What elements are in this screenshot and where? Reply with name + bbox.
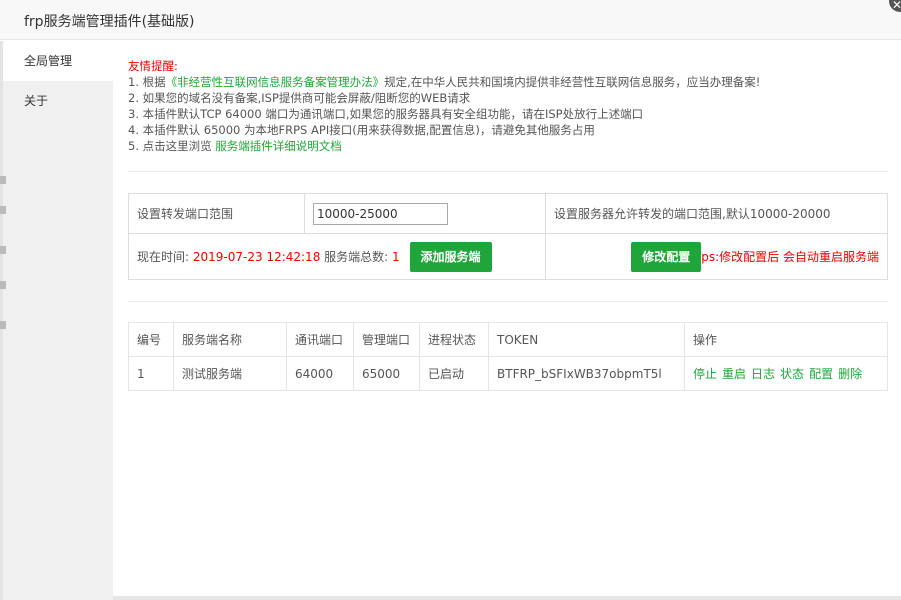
time-value: 2019-07-23 12:42:18 xyxy=(192,249,321,264)
cell-token: BTFRP_bSFIxWB37obpmT5l xyxy=(488,356,685,391)
delete-link[interactable]: 删除 xyxy=(838,367,862,381)
notice-line-4: 4. 本插件默认 65000 为本地FRPS API接口(用来获得数据,配置信息… xyxy=(128,123,595,137)
background-edge xyxy=(0,41,6,600)
add-server-button[interactable]: 添加服务端 xyxy=(409,241,492,272)
notice-line1-suffix: 规定,在中华人民共和国境内提供非经营性互联网信息服务，应当办理备案! xyxy=(384,75,761,89)
background-fragment xyxy=(0,281,6,289)
stop-link[interactable]: 停止 xyxy=(693,367,717,381)
port-range-input[interactable] xyxy=(313,202,448,225)
config-table: 设置转发端口范围 设置服务器允许转发的端口范围,默认10000-20000 现在… xyxy=(128,193,888,280)
column-header-comm-port: 通讯端口 xyxy=(286,322,354,357)
notice-line-1: 1. 根据《非经营性互联网信息服务备案管理办法》规定,在中华人民共和国境内提供非… xyxy=(128,74,760,90)
port-range-cell xyxy=(304,193,546,234)
sidebar-item-global[interactable]: 全局管理 xyxy=(0,41,113,81)
main-panel: 友情提醒: 1. 根据《非经营性互联网信息服务备案管理办法》规定,在中华人民共和… xyxy=(113,41,901,596)
cell-comm-port: 64000 xyxy=(286,356,354,391)
background-fragment xyxy=(0,246,6,254)
cell-actions: 停止 重启 日志 状态 配置 删除 xyxy=(684,356,888,391)
server-table: 编号 服务端名称 通讯端口 管理端口 进程状态 TOKEN 操作 1 测试服务端… xyxy=(128,322,888,391)
docs-link[interactable]: 服务端插件详细说明文档 xyxy=(215,139,342,153)
sidebar-item-about[interactable]: 关于 xyxy=(0,81,113,121)
window-title: frp服务端管理插件(基础版) xyxy=(24,14,195,30)
bottom-border xyxy=(113,596,901,600)
background-fragment xyxy=(0,176,6,184)
log-link[interactable]: 日志 xyxy=(751,367,775,381)
notice-line-5: 5. 点击这里浏览 服务端插件详细说明文档 xyxy=(128,138,760,154)
time-label: 现在时间: xyxy=(137,249,190,264)
port-range-label: 设置转发端口范围 xyxy=(128,193,305,234)
cell-id: 1 xyxy=(128,356,174,391)
cell-name: 测试服务端 xyxy=(173,356,287,391)
title-bar: frp服务端管理插件(基础版) xyxy=(0,0,901,40)
restart-link[interactable]: 重启 xyxy=(722,367,746,381)
table-header-row: 编号 服务端名称 通讯端口 管理端口 进程状态 TOKEN 操作 xyxy=(128,322,888,357)
notice-line1-prefix: 1. 根据 xyxy=(128,75,166,89)
port-range-desc: 设置服务器允许转发的端口范围,默认10000-20000 xyxy=(545,193,888,234)
background-fragment xyxy=(0,321,6,329)
modify-config-button[interactable]: 修改配置 xyxy=(631,241,702,272)
notice-line-2: 2. 如果您的域名没有备案,ISP提供商可能会屏蔽/阻断您的WEB请求 xyxy=(128,91,471,105)
regulation-link[interactable]: 《非经营性互联网信息服务备案管理办法》 xyxy=(166,75,385,89)
notice-line5-prefix: 5. 点击这里浏览 xyxy=(128,139,212,153)
notice-line-3: 3. 本插件默认TCP 64000 端口为通讯端口,如果您的服务器具有安全组功能… xyxy=(128,107,644,121)
modify-cell: 修改配置 ps:修改配置后 会自动重启服务端 xyxy=(545,233,888,280)
divider xyxy=(128,171,888,172)
ps-note: ps:修改配置后 会自动重启服务端 xyxy=(701,249,879,264)
cell-status: 已启动 xyxy=(419,356,489,391)
status-cell: 现在时间: 2019-07-23 12:42:18 服务端总数: 1 添加服务端 xyxy=(128,233,546,280)
table-row: 1 测试服务端 64000 65000 已启动 BTFRP_bSFIxWB37o… xyxy=(128,356,888,391)
config-link[interactable]: 配置 xyxy=(809,367,833,381)
status-link[interactable]: 状态 xyxy=(780,367,804,381)
divider xyxy=(128,301,888,302)
notice-box: 友情提醒: 1. 根据《非经营性互联网信息服务备案管理办法》规定,在中华人民共和… xyxy=(128,58,760,154)
cell-mgmt-port: 65000 xyxy=(353,356,420,391)
column-header-mgmt-port: 管理端口 xyxy=(353,322,420,357)
count-value: 1 xyxy=(392,249,400,264)
column-header-id: 编号 xyxy=(128,322,174,357)
column-header-token: TOKEN xyxy=(488,322,685,357)
sidebar: 全局管理 关于 xyxy=(0,41,113,600)
background-fragment xyxy=(0,206,6,214)
column-header-name: 服务端名称 xyxy=(173,322,287,357)
column-header-status: 进程状态 xyxy=(419,322,489,357)
notice-title: 友情提醒: xyxy=(128,59,178,73)
column-header-actions: 操作 xyxy=(684,322,888,357)
count-label: 服务端总数: xyxy=(324,249,389,264)
